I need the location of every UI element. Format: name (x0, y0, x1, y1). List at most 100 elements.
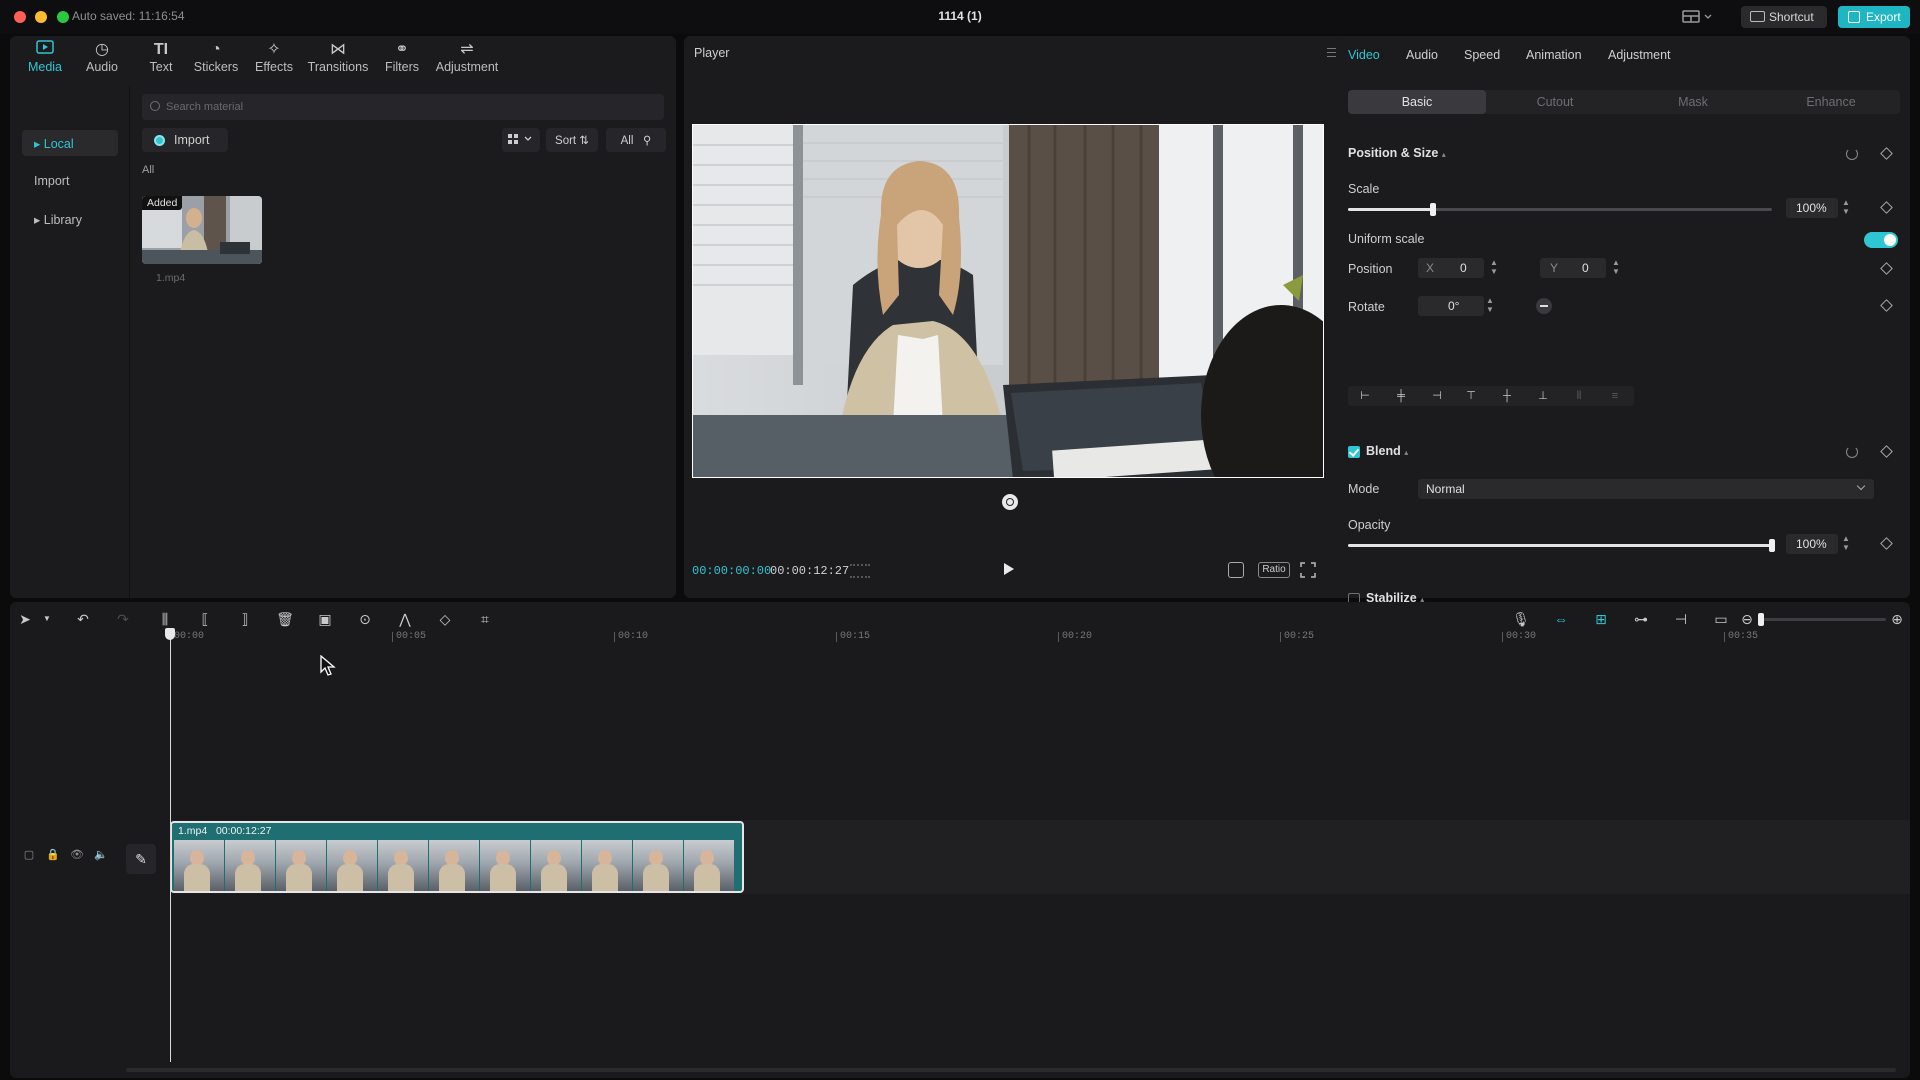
playhead[interactable] (165, 628, 175, 1062)
tab-stickers[interactable]: ◔ Stickers (188, 40, 244, 74)
keyframe-rotate-icon[interactable] (1880, 299, 1893, 312)
keyframe-opacity-icon[interactable] (1880, 537, 1893, 550)
tab-audio[interactable]: ◷ Audio (76, 40, 128, 74)
zoom-out-icon[interactable]: ⊖ (1738, 610, 1756, 628)
opacity-value-field[interactable]: 100% (1786, 534, 1838, 554)
tab-animation[interactable]: Animation (1526, 48, 1582, 62)
main-track-magnet-icon[interactable]: ⇔ (1552, 610, 1570, 628)
subtab-basic[interactable]: Basic (1348, 90, 1486, 114)
select-tool-icon[interactable]: ➤ (16, 610, 34, 628)
view-mode-button[interactable] (502, 128, 540, 152)
timeline-scrollbar[interactable] (126, 1068, 1896, 1072)
zoom-slider[interactable] (1758, 613, 1886, 626)
position-size-title[interactable]: Position & Size ▴ (1348, 146, 1446, 160)
layout-button[interactable] (1682, 9, 1716, 25)
split-left-icon[interactable]: ⟦ (196, 610, 214, 628)
sidebar-item-local[interactable]: ▸ Local (22, 130, 118, 156)
tool-dropdown-icon[interactable]: ▼ (38, 610, 56, 628)
position-x-stepper[interactable]: ▲ ▼ (1488, 258, 1500, 278)
timecode-format-icon[interactable] (850, 564, 870, 578)
delete-icon[interactable]: 🗑 (276, 610, 294, 628)
mute-track-icon[interactable]: 🔈 (94, 848, 108, 862)
rotate-dial-icon[interactable] (1536, 298, 1552, 314)
tab-text[interactable]: TI Text (134, 40, 188, 74)
subtab-cutout[interactable]: Cutout (1486, 90, 1624, 114)
crop-icon[interactable]: ⌗ (476, 610, 494, 628)
sidebar-item-library[interactable]: ▸ Library (22, 206, 118, 232)
undo-icon[interactable]: ↶ (74, 610, 92, 628)
reset-blend-icon[interactable] (1846, 446, 1858, 458)
tab-prop-audio[interactable]: Audio (1406, 48, 1438, 62)
align-right-icon[interactable]: ⊣ (1430, 390, 1444, 402)
video-preview[interactable] (692, 124, 1324, 478)
rotate-icon[interactable]: ◇ (436, 610, 454, 628)
video-clip[interactable]: 1.mp4 00:00:12:27 (170, 821, 744, 893)
blend-checkbox[interactable] (1348, 446, 1360, 458)
zoom-slider-handle[interactable] (1758, 613, 1764, 626)
freeze-frame-icon[interactable]: ▣ (316, 610, 334, 628)
media-thumbnail[interactable]: Added (142, 196, 262, 264)
blend-title[interactable]: Blend ▴ (1366, 444, 1408, 458)
subtab-enhance[interactable]: Enhance (1762, 90, 1900, 114)
lock-track-icon[interactable]: 🔒 (46, 848, 60, 862)
sidebar-item-import[interactable]: Import (22, 168, 118, 194)
microphone-icon[interactable]: 🎙 (1512, 610, 1530, 628)
sort-button[interactable]: Sort ⇅ (546, 128, 598, 152)
search-input[interactable]: Search material (142, 94, 664, 120)
tab-transitions[interactable]: ⋈ Transitions (302, 40, 374, 74)
mirror-icon[interactable]: ⋀ (396, 610, 414, 628)
position-y-field[interactable]: Y 0 (1540, 258, 1606, 278)
position-y-stepper[interactable]: ▲ ▼ (1610, 258, 1622, 278)
shortcut-button[interactable]: Shortcut (1741, 6, 1827, 28)
tab-filters[interactable]: ⚭ Filters (374, 40, 430, 74)
reverse-icon[interactable]: ⊙ (356, 610, 374, 628)
filter-button[interactable]: All ⚲ (606, 128, 666, 152)
tab-media[interactable]: Media (20, 40, 70, 74)
rotate-stepper[interactable]: ▲ ▼ (1484, 296, 1496, 316)
position-x-field[interactable]: X 0 (1418, 258, 1484, 278)
ratio-button[interactable]: Ratio (1258, 562, 1290, 578)
auto-snapping-icon[interactable]: ⊞ (1592, 610, 1610, 628)
scale-stepper[interactable]: ▲ ▼ (1840, 198, 1852, 218)
fit-timeline-icon[interactable]: ▭ (1712, 610, 1730, 628)
split-right-icon[interactable]: ⟧ (236, 610, 254, 628)
tab-speed[interactable]: Speed (1464, 48, 1500, 62)
align-center-horizontal-icon[interactable]: ╪ (1394, 390, 1408, 402)
reset-position-icon[interactable] (1846, 148, 1858, 160)
export-button[interactable]: Export (1838, 6, 1910, 28)
redo-icon[interactable]: ↷ (114, 610, 132, 628)
opacity-slider-handle[interactable] (1769, 539, 1775, 552)
keyframe-blend-icon[interactable] (1880, 445, 1893, 458)
distribute-horizontal-icon[interactable]: ⦀ (1572, 390, 1586, 402)
tab-video[interactable]: Video (1348, 48, 1380, 62)
edit-cover-button[interactable]: ✎ (126, 844, 156, 874)
scale-slider[interactable] (1348, 203, 1772, 216)
align-center-vertical-icon[interactable]: ┼ (1500, 390, 1514, 402)
timeline-ruler[interactable]: 00:00 00:05 00:10 00:15 00:20 00:25 00:3… (10, 632, 1910, 648)
align-left-icon[interactable]: ⊢ (1358, 390, 1372, 402)
preview-axis-icon[interactable]: ⊣ (1672, 610, 1690, 628)
fit-screen-icon[interactable] (1228, 562, 1244, 578)
keyframe-position-size-icon[interactable] (1880, 147, 1893, 160)
split-icon[interactable]: ⫼ (156, 610, 174, 628)
uniform-scale-toggle[interactable] (1864, 232, 1898, 248)
scale-slider-handle[interactable] (1430, 203, 1436, 216)
subtab-mask[interactable]: Mask (1624, 90, 1762, 114)
fullscreen-icon[interactable] (1300, 562, 1316, 578)
import-button[interactable]: Import (142, 128, 228, 152)
linkage-icon[interactable]: ⊶ (1632, 610, 1650, 628)
blend-mode-select[interactable]: Normal (1418, 479, 1874, 499)
play-button[interactable] (1004, 563, 1014, 575)
align-bottom-icon[interactable]: ⊥ (1536, 390, 1550, 402)
tab-adjustment[interactable]: ⇌ Adjustment (430, 40, 504, 74)
opacity-stepper[interactable]: ▲ ▼ (1840, 534, 1852, 554)
scale-value-field[interactable]: 100% (1786, 198, 1838, 218)
align-top-icon[interactable]: ⊤ (1464, 390, 1478, 402)
distribute-vertical-icon[interactable]: ≡ (1608, 390, 1622, 402)
hide-track-icon[interactable]: 👁 (70, 848, 84, 862)
keyframe-scale-icon[interactable] (1880, 201, 1893, 214)
opacity-slider[interactable] (1348, 539, 1775, 552)
tab-prop-adjustment[interactable]: Adjustment (1608, 48, 1671, 62)
keyframe-position-icon[interactable] (1880, 262, 1893, 275)
zoom-in-icon[interactable]: ⊕ (1888, 610, 1906, 628)
